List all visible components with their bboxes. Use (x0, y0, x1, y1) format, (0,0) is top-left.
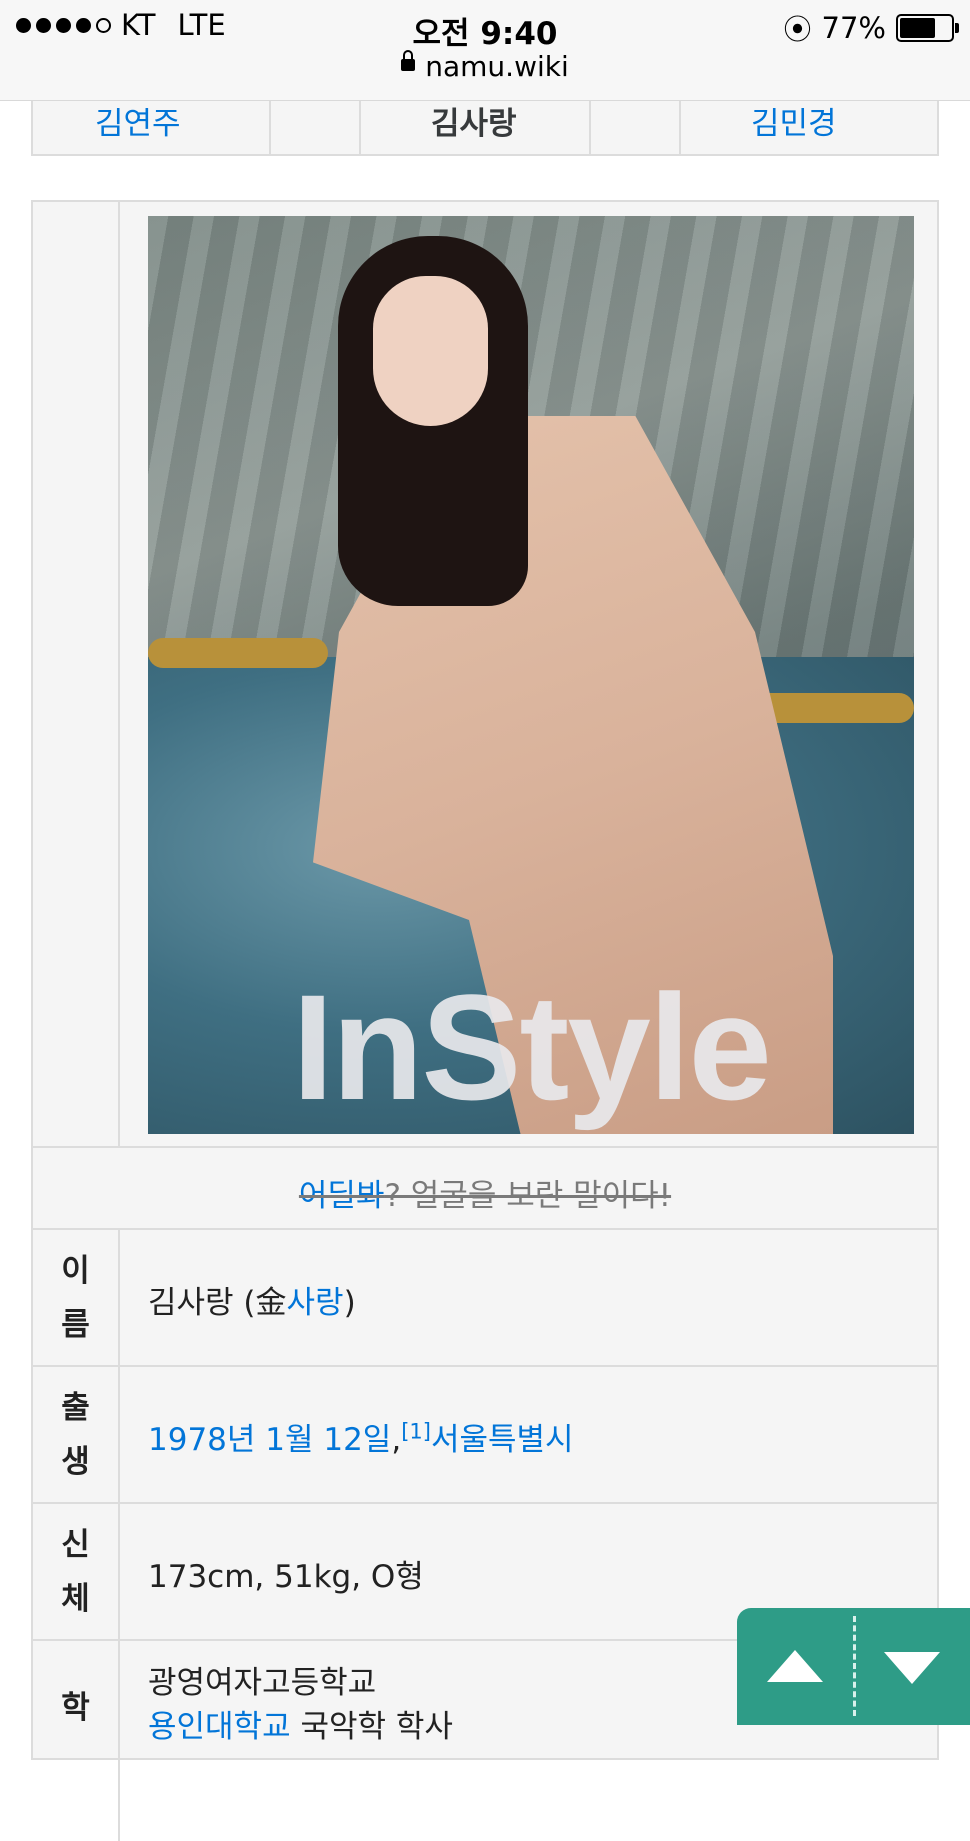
education-line: 광영여자고등학교 (148, 1665, 377, 1701)
battery-fill (900, 18, 935, 38)
label-char: 학 (61, 1690, 90, 1726)
university-link[interactable]: 용인대학교 (148, 1709, 291, 1745)
birth-value: 1978년 1월 12일,[1]서울특별시 (148, 1414, 574, 1459)
birth-date-link[interactable]: 1978년 1월 12일 (148, 1422, 391, 1458)
battery-area: ⦿ 77% (783, 8, 959, 48)
footnote-link[interactable]: [1] (401, 1420, 431, 1444)
magazine-logo: InStyle (292, 963, 772, 1131)
scroll-bottom-button[interactable] (884, 1652, 940, 1684)
row-label-education: 학 (33, 1641, 120, 1841)
caption-text: ? 얼굴을 보란 말이다! (384, 1178, 672, 1214)
nav-link-next[interactable]: 김민경 (751, 98, 837, 143)
name-value: 김사랑 (金사랑) (148, 1277, 356, 1322)
infobox-caption-row: 어딜봐? 얼굴을 보란 말이다! (33, 1148, 937, 1230)
scroll-buttons (737, 1608, 970, 1725)
url-text: namu.wiki (425, 50, 569, 83)
scroll-divider (853, 1616, 856, 1716)
degree-text: 국악학 학사 (290, 1709, 453, 1745)
label-char: 이 (61, 1252, 90, 1289)
birth-separator: , (391, 1422, 402, 1458)
nav-current: 김사랑 (431, 106, 517, 142)
lock-icon (401, 50, 416, 71)
profile-photo[interactable]: InStyle (148, 216, 914, 1134)
name-text-end: ) (343, 1285, 356, 1321)
status-bar: KT LTE 오전 9:40 ⦿ 77% namu.wiki (0, 0, 970, 101)
name-link[interactable]: 사랑 (287, 1285, 344, 1321)
birth-place-link[interactable]: 서울특별시 (431, 1422, 574, 1458)
infobox-row-name: 이 름 김사랑 (金사랑) (33, 1230, 937, 1367)
battery-icon (896, 14, 959, 42)
nav-link-prev[interactable]: 김연주 (95, 98, 181, 143)
name-text: 김사랑 (金 (148, 1285, 287, 1321)
caption-link[interactable]: 어딜봐 (299, 1178, 385, 1214)
row-label-name: 이 름 (33, 1230, 120, 1365)
infobox: InStyle 어딜봐? 얼굴을 보란 말이다! 이 름 김사랑 (金사랑) 출… (31, 200, 939, 1841)
scroll-top-button[interactable] (767, 1650, 823, 1682)
body-value: 173cm, 51kg, O형 (148, 1559, 424, 1595)
label-char: 체 (61, 1580, 90, 1617)
label-char: 생 (61, 1443, 90, 1480)
education-value: 광영여자고등학교 용인대학교 국악학 학사 (148, 1661, 453, 1749)
battery-percent: 77% (821, 11, 886, 45)
infobox-row-birth: 출 생 1978년 1월 12일,[1]서울특별시 (33, 1367, 937, 1504)
infobox-photo-row: InStyle (33, 202, 937, 1148)
label-char: 신 (61, 1526, 90, 1563)
row-label-birth: 출 생 (33, 1367, 120, 1502)
education-line: 용인대학교 국악학 학사 (148, 1705, 453, 1749)
rotation-lock-icon: ⦿ (783, 13, 812, 46)
photo-row-label-cell (33, 202, 120, 1146)
row-label-body: 신 체 (33, 1504, 120, 1639)
url-bar[interactable]: namu.wiki (0, 50, 970, 83)
label-char: 름 (61, 1306, 90, 1343)
label-char: 출 (61, 1389, 90, 1426)
photo-caption: 어딜봐? 얼굴을 보란 말이다! (33, 1170, 937, 1215)
